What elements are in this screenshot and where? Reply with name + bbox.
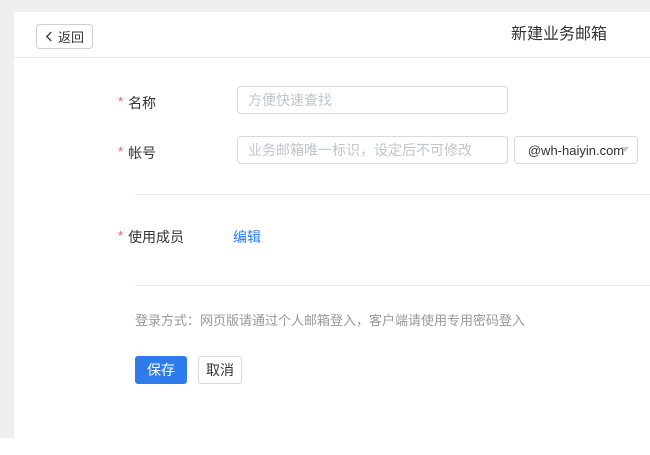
page-title: 新建业务邮箱 [511, 12, 607, 57]
new-mailbox-panel: 返回 新建业务邮箱 *名称 *帐号 @wh-haiyin.com [14, 12, 650, 455]
domain-select-value: @wh-haiyin.com [528, 143, 624, 158]
required-asterisk: * [118, 228, 123, 243]
top-background-strip [0, 0, 650, 12]
account-field-label: *帐号 [118, 143, 156, 163]
chevron-left-icon [45, 31, 53, 42]
required-asterisk: * [118, 94, 123, 109]
chevron-down-icon [621, 147, 629, 152]
section-divider [135, 194, 650, 195]
account-input[interactable] [237, 136, 508, 164]
left-background-strip [0, 0, 14, 438]
back-button[interactable]: 返回 [36, 24, 93, 49]
header-divider [14, 57, 650, 58]
cancel-button[interactable]: 取消 [198, 356, 242, 384]
name-field-label: *名称 [118, 93, 156, 113]
edit-members-link[interactable]: 编辑 [233, 227, 261, 247]
page: 返回 新建业务邮箱 *名称 *帐号 @wh-haiyin.com [0, 0, 650, 455]
domain-select[interactable]: @wh-haiyin.com [514, 136, 638, 164]
required-asterisk: * [118, 144, 123, 159]
login-method-hint: 登录方式：网页版请通过个人邮箱登入，客户端请使用专用密码登入 [135, 310, 525, 329]
section-divider [135, 285, 650, 286]
name-input[interactable] [237, 86, 508, 114]
save-button[interactable]: 保存 [135, 356, 187, 384]
members-field-label: *使用成员 [118, 227, 184, 247]
back-button-label: 返回 [58, 27, 84, 46]
